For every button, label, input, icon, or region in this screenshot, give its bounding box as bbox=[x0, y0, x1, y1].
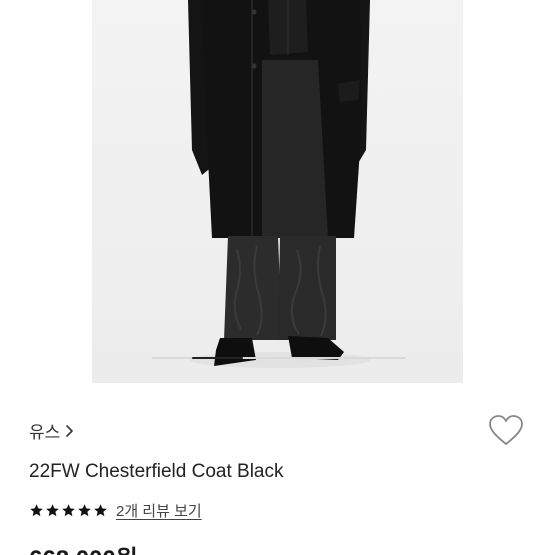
star-icon bbox=[94, 503, 107, 516]
rating-row: 2개 리뷰 보기 bbox=[29, 500, 202, 520]
star-rating bbox=[29, 503, 108, 518]
product-price: 668,000원 bbox=[29, 539, 138, 555]
product-title: 22FW Chesterfield Coat Black bbox=[29, 461, 284, 482]
review-link[interactable]: 2개 리뷰 보기 bbox=[116, 500, 202, 521]
heart-outline-icon bbox=[489, 415, 523, 445]
star-icon bbox=[30, 503, 43, 516]
star-icon bbox=[62, 503, 75, 516]
carousel-active-indicator bbox=[192, 357, 243, 359]
brand-name: 유스 bbox=[29, 423, 61, 442]
star-icon bbox=[46, 503, 59, 516]
brand-link[interactable]: 유스 bbox=[29, 418, 74, 443]
star-icon bbox=[78, 503, 91, 516]
product-image[interactable] bbox=[92, 0, 463, 383]
wishlist-button[interactable] bbox=[488, 413, 524, 449]
image-carousel-indicator[interactable] bbox=[152, 357, 406, 359]
chevron-right-icon bbox=[66, 424, 74, 437]
coat-photo bbox=[188, 0, 370, 368]
